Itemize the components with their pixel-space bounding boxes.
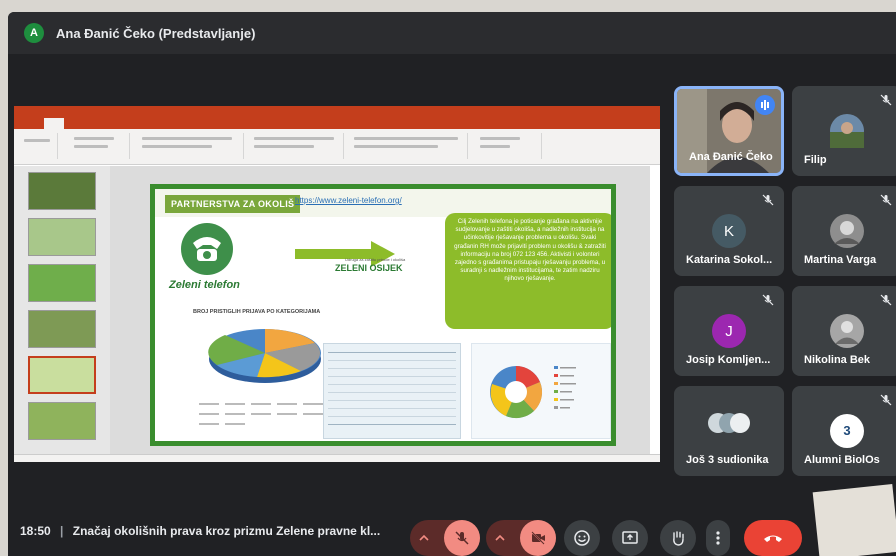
pie-chart-3d [208, 329, 321, 383]
participant-tile-josip[interactable]: J Josip Komljen... [674, 286, 784, 376]
slide-title: PARTNERSTVA ZA OKOLIŠ [165, 195, 301, 213]
chart-title: BROJ PRISTIGLIH PRIJAVA PO KATEGORIJAMA [193, 309, 321, 315]
mic-off-icon [880, 194, 892, 206]
speaking-indicator-icon [755, 95, 775, 115]
phone-logo-text: Zeleni telefon [169, 279, 240, 291]
participant-tile-alumni[interactable]: 3 Alumni BiolOs [792, 386, 896, 476]
phone-icon [181, 223, 233, 275]
group-avatars-icon [708, 413, 750, 433]
present-button[interactable] [612, 520, 648, 556]
avatar [830, 314, 864, 348]
org-logo: ZELENI OSIJEK [335, 263, 403, 273]
bottom-bar: 18:50 | Značaj okolišnih prava kroz priz… [8, 508, 896, 556]
avatar [830, 114, 864, 148]
mic-off-icon [880, 294, 892, 306]
donut-chart-card [471, 343, 611, 439]
org-subtitle: Udruga za zaštitu prirode i okoliša [345, 257, 406, 262]
participant-name: Josip Komljen... [686, 354, 771, 366]
photo-corner [812, 484, 896, 556]
slide: PARTNERSTVA ZA OKOLIŠ https://www.zeleni… [150, 184, 616, 446]
mic-off-icon [762, 194, 774, 206]
mic-off-icon [880, 94, 892, 106]
camera-control [486, 520, 556, 556]
presenter-avatar: A [24, 23, 44, 43]
participant-tile-others[interactable]: Još 3 sudionika [674, 386, 784, 476]
participant-tile-ana[interactable]: Ana Đanić Čeko [674, 86, 784, 176]
alumni-logo-icon: 3 [830, 414, 864, 448]
mic-control [410, 520, 480, 556]
powerpoint-ribbon [14, 129, 660, 165]
info-box: Cilj Zelenih telefona je poticanje građa… [445, 213, 611, 329]
mic-toggle-button[interactable] [444, 520, 480, 556]
raise-hand-button[interactable] [660, 520, 696, 556]
participant-tile-katarina[interactable]: K Katarina Sokol... [674, 186, 784, 276]
top-bar: A Ana Đanić Čeko (Predstavljanje) [8, 12, 896, 54]
avatar [830, 214, 864, 248]
participant-name: Filip [804, 154, 827, 166]
slide-thumbnail[interactable] [28, 218, 96, 256]
participant-name: Nikolina Bek [804, 354, 871, 366]
more-icon [716, 531, 720, 545]
svg-text:3: 3 [843, 423, 850, 438]
participant-name: Martina Varga [804, 254, 877, 266]
slide-thumbnail[interactable] [28, 264, 96, 302]
participant-tile-martina[interactable]: Martina Varga [792, 186, 896, 276]
shared-screen: PARTNERSTVA ZA OKOLIŠ https://www.zeleni… [14, 106, 660, 462]
participant-name: Alumni BiolOs [804, 454, 880, 466]
slide-thumbnail-selected[interactable] [28, 356, 96, 394]
data-table [323, 343, 461, 439]
powerpoint-tabs [14, 118, 660, 129]
leave-call-button[interactable] [744, 520, 802, 556]
raise-hand-icon [673, 531, 684, 546]
emoji-icon [574, 530, 590, 546]
avatar: J [712, 314, 746, 348]
participant-tile-nikolina[interactable]: Nikolina Bek [792, 286, 896, 376]
meeting-name: Značaj okolišnih prava kroz prizmu Zelen… [72, 524, 381, 538]
emoji-button[interactable] [564, 520, 600, 556]
slide-thumbnail[interactable] [28, 310, 96, 348]
mic-off-icon [880, 394, 892, 406]
chevron-up-icon[interactable] [494, 532, 506, 544]
chevron-up-icon[interactable] [418, 532, 430, 544]
leave-call-icon [764, 535, 782, 542]
mic-off-icon [762, 294, 774, 306]
meet-window: A Ana Đanić Čeko (Predstavljanje) PARTNE… [8, 12, 896, 556]
present-icon [622, 531, 638, 544]
mic-off-icon [455, 531, 469, 545]
slide-thumbnail[interactable] [28, 172, 96, 210]
participant-name: Katarina Sokol... [686, 254, 773, 266]
participant-name: Još 3 sudionika [686, 454, 769, 466]
powerpoint-titlebar [14, 106, 660, 118]
slide-thumbnail[interactable] [28, 402, 96, 440]
participant-tile-filip[interactable]: Filip [792, 86, 896, 176]
clock: 18:50 [20, 524, 51, 538]
camera-toggle-button[interactable] [520, 520, 556, 556]
meeting-info: 18:50 | Značaj okolišnih prava kroz priz… [20, 524, 381, 538]
presentation-title: Ana Đanić Čeko (Predstavljanje) [56, 25, 256, 41]
slide-canvas: PARTNERSTVA ZA OKOLIŠ https://www.zeleni… [110, 166, 650, 454]
slide-link[interactable]: https://www.zeleni-telefon.org/ [295, 196, 402, 205]
camera-off-icon [531, 531, 545, 545]
participant-name: Ana Đanić Čeko [689, 151, 773, 163]
more-options-button[interactable] [706, 520, 730, 556]
avatar: K [712, 214, 746, 248]
slide-thumbnails [14, 166, 110, 454]
powerpoint-statusbar [14, 454, 660, 462]
